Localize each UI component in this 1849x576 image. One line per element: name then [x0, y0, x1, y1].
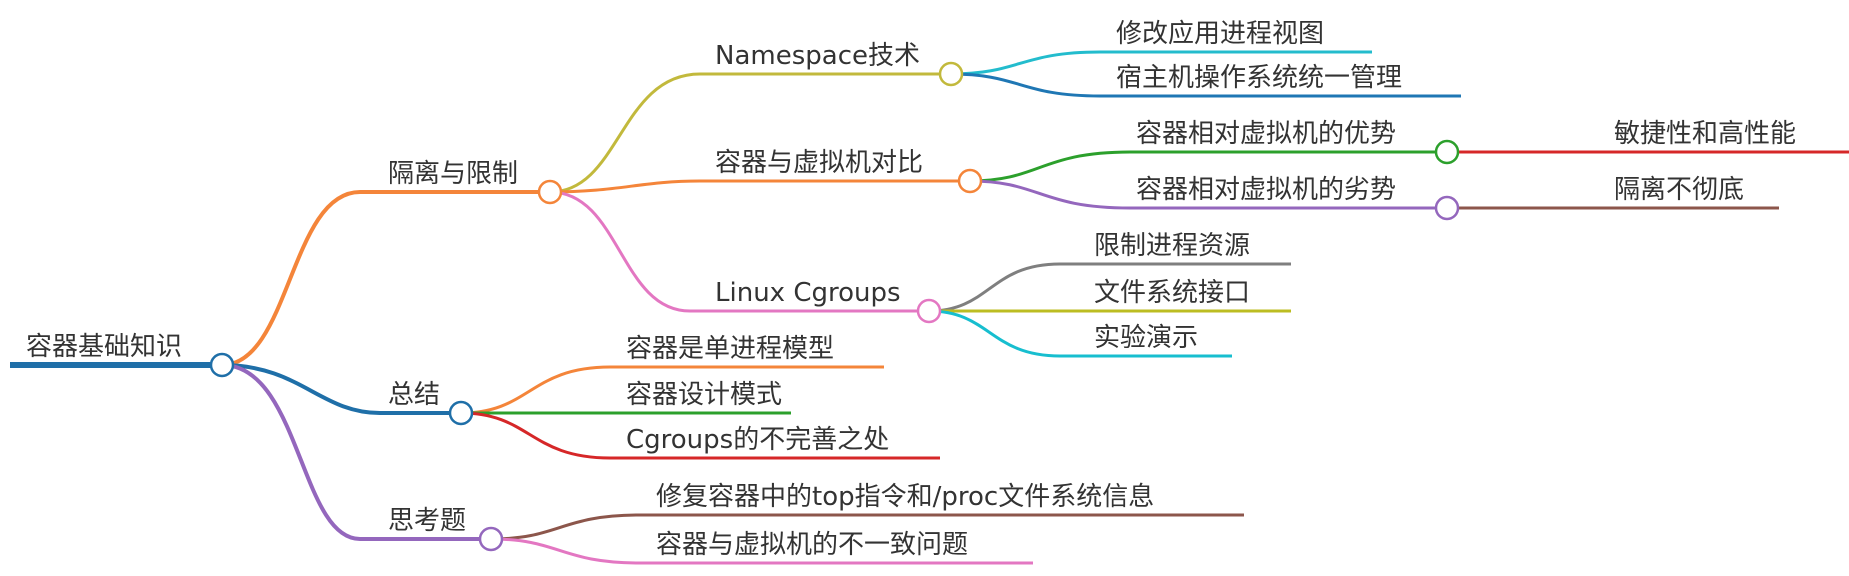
fix-top-label: 修复容器中的top指令和/proc文件系统信息 — [656, 482, 1154, 512]
limit-resources-label: 限制进程资源 — [1094, 231, 1250, 261]
agility-label: 敏捷性和高性能 — [1614, 119, 1796, 149]
namespace-node-circle[interactable] — [938, 61, 964, 87]
mind-map: 容器基础知识 隔离与限制 总结 思考题 Namespace技术 容器与虚拟机对比… — [10, 19, 1849, 565]
edge-isolation-comparison — [549, 179, 970, 194]
summary-label: 总结 — [388, 380, 440, 410]
pros-node-circle[interactable] — [1434, 139, 1460, 165]
edge-root-isolation — [221, 190, 550, 367]
questions-node-circle[interactable] — [478, 526, 504, 552]
cgroups-label: Linux Cgroups — [715, 278, 901, 308]
cgroups-flaws-label: Cgroups的不完善之处 — [626, 425, 889, 455]
cons-label: 容器相对虚拟机的劣势 — [1136, 175, 1396, 205]
isolation-label: 隔离与限制 — [388, 159, 518, 189]
single-process-label: 容器是单进程模型 — [626, 334, 834, 364]
comparison-label: 容器与虚拟机对比 — [715, 148, 923, 178]
root-node-circle[interactable] — [209, 352, 235, 378]
namespace-view-label: 修改应用进程视图 — [1116, 19, 1324, 49]
summary-node-circle[interactable] — [448, 400, 474, 426]
demo-label: 实验演示 — [1094, 323, 1198, 353]
namespace-label: Namespace技术 — [715, 41, 920, 71]
root-label: 容器基础知识 — [26, 332, 182, 362]
namespace-host-label: 宿主机操作系统统一管理 — [1116, 63, 1402, 93]
design-pattern-label: 容器设计模式 — [626, 380, 782, 410]
incomplete-isolation-label: 隔离不彻底 — [1614, 175, 1744, 205]
questions-label: 思考题 — [388, 506, 466, 536]
cons-node-circle[interactable] — [1434, 195, 1460, 221]
comparison-node-circle[interactable] — [957, 168, 983, 194]
vm-inconsistency-label: 容器与虚拟机的不一致问题 — [656, 530, 968, 560]
isolation-node-circle[interactable] — [537, 179, 563, 205]
fs-interface-label: 文件系统接口 — [1094, 278, 1250, 308]
cgroups-node-circle[interactable] — [916, 298, 942, 324]
pros-label: 容器相对虚拟机的优势 — [1136, 119, 1396, 149]
